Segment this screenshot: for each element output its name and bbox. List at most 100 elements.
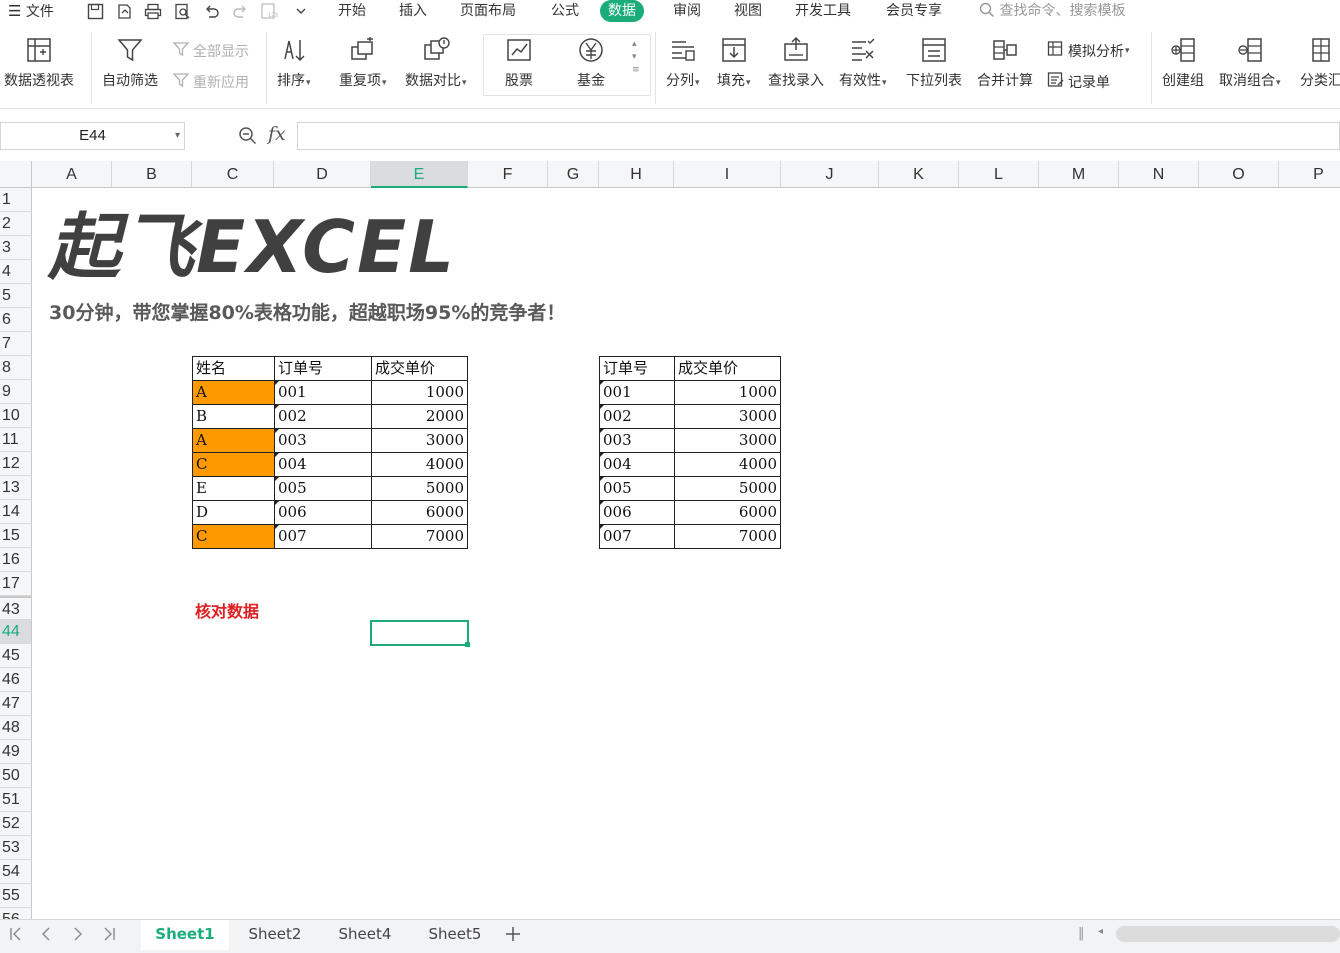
fill-button[interactable]: 填充▾ [717, 34, 751, 90]
show-all-button[interactable]: 全部显示 [172, 40, 249, 62]
table2-price-cell[interactable]: 4000 [674, 452, 781, 477]
column-header-h[interactable]: H [599, 161, 674, 188]
row-header[interactable]: 1 [0, 188, 32, 212]
table1-price-cell[interactable]: 4000 [371, 452, 468, 477]
column-header-l[interactable]: L [959, 161, 1039, 188]
row-header[interactable]: 54 [0, 860, 32, 884]
table1-name-cell[interactable]: A [192, 380, 275, 405]
row-header[interactable]: 7 [0, 332, 32, 356]
table2-order-cell[interactable]: 002 [599, 404, 675, 429]
table1-order-cell[interactable]: 001 [274, 380, 372, 405]
tab-split-handle[interactable]: ‖ [1078, 926, 1085, 941]
split-column-button[interactable]: 分列▾ [666, 34, 700, 90]
name-box[interactable]: E44 ▾ [0, 122, 185, 150]
select-all-corner[interactable] [0, 161, 32, 188]
table1-order-cell[interactable]: 003 [274, 428, 372, 453]
print-preview-icon[interactable] [173, 2, 191, 20]
table2-header[interactable]: 成交单价 [674, 356, 781, 381]
table2-order-cell[interactable]: 001 [599, 380, 675, 405]
column-header-p[interactable]: P [1279, 161, 1340, 188]
save-icon[interactable] [86, 2, 104, 20]
column-header-m[interactable]: M [1039, 161, 1119, 188]
row-header[interactable]: 2 [0, 212, 32, 236]
row-header[interactable]: 45 [0, 644, 32, 668]
column-header-c[interactable]: C [192, 161, 274, 188]
column-header-g[interactable]: G [548, 161, 599, 188]
fx-icon[interactable]: fx [268, 123, 286, 145]
table1-order-cell[interactable]: 004 [274, 452, 372, 477]
print-icon[interactable] [144, 2, 162, 20]
funds-button[interactable]: 基金 [575, 34, 607, 90]
row-header[interactable]: 44 [0, 620, 32, 644]
table1-order-cell[interactable]: 006 [274, 500, 372, 525]
row-header[interactable]: 16 [0, 548, 32, 572]
table2-order-cell[interactable]: 005 [599, 476, 675, 501]
gallery-scroll[interactable]: ▴ ▾ ≡ [632, 38, 640, 77]
row-header[interactable]: 10 [0, 404, 32, 428]
row-header[interactable]: 4 [0, 260, 32, 284]
tab-formulas[interactable]: 公式 [551, 0, 579, 22]
format-painter-icon[interactable]: 123 [260, 2, 278, 20]
row-header[interactable]: 53 [0, 836, 32, 860]
undo-icon[interactable] [202, 2, 220, 20]
table2-order-cell[interactable]: 007 [599, 524, 675, 549]
lookup-entry-button[interactable]: 查找录入 [768, 34, 824, 90]
table1-name-cell[interactable]: D [192, 500, 275, 525]
file-menu[interactable]: ☰ 文件 [8, 0, 54, 22]
ungroup-button[interactable]: 取消组合▾ [1219, 34, 1281, 90]
row-header[interactable]: 6 [0, 308, 32, 332]
row-header[interactable]: 47 [0, 692, 32, 716]
row-header[interactable]: 48 [0, 716, 32, 740]
prev-sheet-icon[interactable] [40, 926, 52, 946]
table1-name-cell[interactable]: C [192, 524, 275, 549]
column-header-o[interactable]: O [1199, 161, 1279, 188]
column-header-n[interactable]: N [1119, 161, 1199, 188]
zoom-icon[interactable] [238, 126, 258, 150]
data-compare-button[interactable]: 数据对比▾ [405, 34, 467, 90]
consolidate-button[interactable]: 合并计算 [977, 34, 1033, 90]
row-header[interactable]: 52 [0, 812, 32, 836]
row-header[interactable]: 11 [0, 428, 32, 452]
scroll-left-icon[interactable]: ◂ [1098, 926, 1103, 937]
tab-review[interactable]: 审阅 [673, 0, 701, 22]
sort-button[interactable]: 排序▾ [277, 34, 311, 90]
stocks-button[interactable]: 股票 [503, 34, 535, 90]
table1-header[interactable]: 姓名 [192, 356, 275, 381]
export-icon[interactable] [115, 2, 133, 20]
pivot-table-button[interactable]: 数据透视表 [4, 34, 74, 90]
table2-price-cell[interactable]: 3000 [674, 404, 781, 429]
column-header-a[interactable]: A [32, 161, 112, 188]
tab-developer[interactable]: 开发工具 [795, 0, 851, 22]
table1-order-cell[interactable]: 007 [274, 524, 372, 549]
row-header[interactable]: 46 [0, 668, 32, 692]
table1-price-cell[interactable]: 7000 [371, 524, 468, 549]
table2-order-cell[interactable]: 003 [599, 428, 675, 453]
tab-member[interactable]: 会员专享 [886, 0, 942, 22]
sheet-tab-sheet4[interactable]: Sheet4 [321, 920, 409, 950]
table1-price-cell[interactable]: 5000 [371, 476, 468, 501]
tab-insert[interactable]: 插入 [399, 0, 427, 22]
chevron-down-icon[interactable]: ▾ [175, 123, 180, 149]
table1-name-cell[interactable]: A [192, 428, 275, 453]
column-header-b[interactable]: B [112, 161, 192, 188]
dropdown-list-button[interactable]: 下拉列表 [906, 34, 962, 90]
row-header[interactable]: 15 [0, 524, 32, 548]
row-header[interactable]: 13 [0, 476, 32, 500]
auto-filter-button[interactable]: 自动筛选 [102, 34, 158, 90]
horizontal-scrollbar[interactable] [1116, 926, 1340, 942]
table1-price-cell[interactable]: 2000 [371, 404, 468, 429]
table1-price-cell[interactable]: 6000 [371, 500, 468, 525]
command-search[interactable]: 查找命令、搜索模板 [979, 0, 1125, 22]
chevron-down-icon[interactable] [292, 2, 310, 20]
sheet-tab-sheet2[interactable]: Sheet2 [231, 920, 319, 950]
table2-header[interactable]: 订单号 [599, 356, 675, 381]
table1-header[interactable]: 订单号 [274, 356, 372, 381]
subtotal-button[interactable]: 分类汇 [1300, 34, 1340, 90]
row-header[interactable]: 43 [0, 596, 32, 620]
row-header[interactable]: 17 [0, 572, 32, 596]
duplicates-button[interactable]: 重复项▾ [339, 34, 387, 90]
row-header[interactable]: 50 [0, 764, 32, 788]
column-header-e[interactable]: E [371, 161, 468, 188]
table1-price-cell[interactable]: 3000 [371, 428, 468, 453]
table1-header[interactable]: 成交单价 [371, 356, 468, 381]
